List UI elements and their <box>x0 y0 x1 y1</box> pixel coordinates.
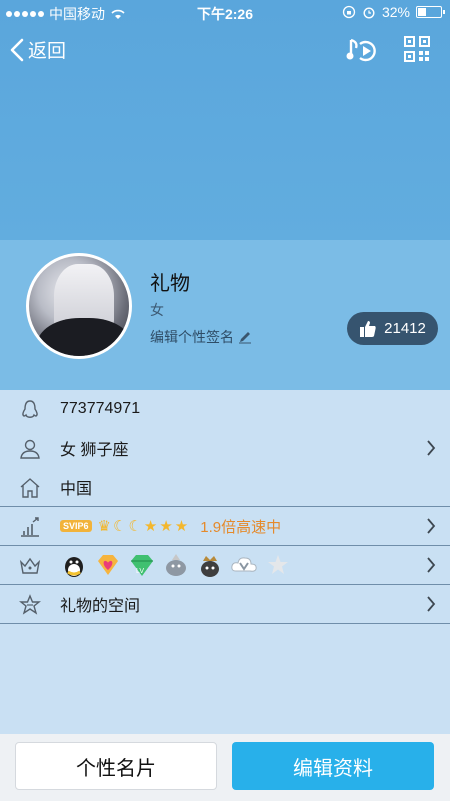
like-count: 21412 <box>384 320 426 337</box>
chevron-right-icon <box>427 440 436 456</box>
penguin-icon <box>22 400 38 418</box>
chevron-left-icon <box>10 38 24 61</box>
location: 中国 <box>60 481 93 498</box>
home-icon <box>20 478 40 498</box>
moon-icon: ☾ <box>112 518 127 535</box>
list-item-location: 中国 <box>0 468 450 507</box>
crown-icon: ♛ <box>97 518 111 535</box>
qr-code-button[interactable] <box>404 36 430 67</box>
edit-signature-link[interactable]: 编辑个性签名 <box>150 327 252 347</box>
v-cloud-icon <box>231 557 257 572</box>
chevron-right-icon <box>427 596 436 612</box>
qq-number: 773774971 <box>60 400 141 417</box>
svg-text:LV: LV <box>136 568 144 575</box>
star-icon: ★ <box>174 518 189 535</box>
svip-badge: SVIP6 <box>60 520 92 532</box>
badge-row: LV <box>60 551 292 579</box>
penguin-badge-icon <box>65 557 83 577</box>
crown-outline-icon <box>19 557 41 574</box>
space-star-icon <box>19 594 41 615</box>
gender-zodiac: 女 狮子座 <box>60 442 129 459</box>
star-icon: ★ <box>159 518 173 535</box>
speed-status: 1.9倍高速中 <box>200 518 282 536</box>
person-icon <box>20 439 40 459</box>
penguin-crown-icon <box>201 556 219 577</box>
moon-star-icon <box>268 555 288 574</box>
hero-background: 中国移动 下午2:26 32% 返回 <box>0 0 450 240</box>
chevron-right-icon <box>427 518 436 534</box>
signature-placeholder: 编辑个性签名 <box>150 329 234 345</box>
bottom-bar: 个性名片 编辑资料 <box>0 734 450 801</box>
list-item-vip[interactable]: SVIP6 ♛ ☾ ☾ ★ ★ ★ 1.9倍高速中 <box>0 507 450 546</box>
moon-icon: ☾ <box>128 518 142 535</box>
list-item-badges[interactable]: LV <box>0 546 450 585</box>
pencil-icon <box>239 332 251 344</box>
list-item-qq: 773774971 <box>0 390 450 429</box>
level-icons: ♛ ☾ ☾ ★ ★ ★ <box>98 517 189 535</box>
penguin-gray-icon <box>166 554 186 576</box>
list-item-gender[interactable]: 女 狮子座 <box>0 429 450 468</box>
back-button[interactable]: 返回 <box>10 36 66 63</box>
info-list: 773774971 女 狮子座 中国 SVIP6 ♛ ☾ ☾ ★ ★ ★ 1.9… <box>0 390 450 624</box>
nav-bar: 返回 <box>0 26 450 76</box>
chevron-right-icon <box>427 557 436 573</box>
star-icon: ★ <box>143 518 158 535</box>
profile-card-button[interactable]: 个性名片 <box>15 742 217 790</box>
qr-code-icon <box>404 36 430 62</box>
battery-percent: 32% <box>381 4 410 20</box>
avatar[interactable] <box>26 253 132 359</box>
orientation-lock-icon <box>342 5 356 19</box>
profile-page: 中国移动 下午2:26 32% 返回 礼物 女 编辑个性签名 21412 773… <box>0 0 450 801</box>
profile-gender: 女 <box>150 302 164 318</box>
list-item-space[interactable]: 礼物的空间 <box>0 585 450 624</box>
like-button[interactable]: 21412 <box>347 312 438 345</box>
alarm-icon <box>363 7 375 19</box>
space-name: 礼物的空间 <box>60 598 141 615</box>
music-play-button[interactable] <box>346 36 378 69</box>
edit-profile-button[interactable]: 编辑资料 <box>232 742 434 790</box>
thumbs-up-icon <box>360 320 376 337</box>
lv-diamond-icon: LV <box>131 555 153 576</box>
battery-icon <box>416 6 445 18</box>
profile-name: 礼物 <box>150 273 190 295</box>
back-label: 返回 <box>28 41 67 62</box>
status-bar: 中国移动 下午2:26 32% <box>0 0 450 26</box>
level-chart-icon <box>21 517 39 537</box>
diamond-heart-icon <box>98 555 118 575</box>
music-play-icon <box>346 38 376 62</box>
